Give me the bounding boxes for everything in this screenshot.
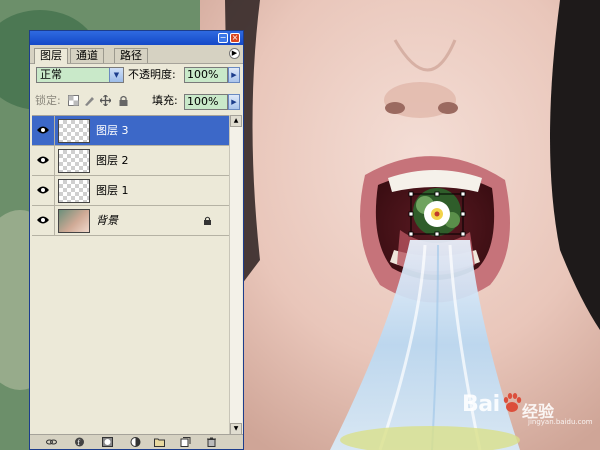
visibility-eye-icon[interactable] <box>36 154 50 166</box>
divider <box>54 206 55 235</box>
new-layer-icon[interactable] <box>180 437 191 447</box>
layer-style-icon[interactable]: f <box>74 437 85 447</box>
layers-scrollbar[interactable]: ▲ ▼ <box>229 115 242 435</box>
layer-row-1[interactable]: 图层 1 <box>32 176 230 206</box>
layer-row-3[interactable]: 图层 3 <box>32 116 230 146</box>
lock-image-pixels-icon[interactable] <box>84 95 95 106</box>
link-layers-icon[interactable] <box>46 437 57 447</box>
panel-menu-icon[interactable]: ▶ <box>229 48 240 59</box>
opacity-label: 不透明度: <box>128 68 176 81</box>
layer-name[interactable]: 图层 3 <box>96 124 129 138</box>
delete-layer-icon[interactable] <box>206 437 217 447</box>
lock-row: 锁定: 填充: 100% ▶ <box>30 92 243 112</box>
panel-titlebar[interactable]: − × <box>30 31 243 45</box>
tab-layers[interactable]: 图层 <box>34 48 68 64</box>
tab-channels[interactable]: 通道 <box>70 48 104 63</box>
divider <box>54 116 55 145</box>
blend-mode-select[interactable]: 正常 ▼ <box>36 67 124 83</box>
layer-name[interactable]: 图层 1 <box>96 184 129 198</box>
layer-thumbnail <box>58 119 90 143</box>
opacity-slider-arrow-icon[interactable]: ▶ <box>228 67 240 83</box>
layer-thumbnail <box>58 179 90 203</box>
layers-list: 图层 3 图层 2 图层 1 背景 <box>32 115 230 436</box>
layer-thumbnail <box>58 149 90 173</box>
blend-mode-value: 正常 <box>40 68 62 81</box>
lock-icon <box>204 216 211 225</box>
lock-label: 锁定: <box>35 94 61 107</box>
visibility-eye-icon[interactable] <box>36 184 50 196</box>
fill-slider-arrow-icon[interactable]: ▶ <box>228 94 240 110</box>
lock-transparency-icon[interactable] <box>68 95 79 106</box>
watermark-text: Bai <box>462 392 500 417</box>
divider <box>54 146 55 175</box>
layer-row-2[interactable]: 图层 2 <box>32 146 230 176</box>
layer-name[interactable]: 图层 2 <box>96 154 129 168</box>
panel-tabs: 图层 通道 路径 ▶ <box>30 45 243 64</box>
close-icon[interactable]: × <box>230 33 240 43</box>
layer-row-background[interactable]: 背景 <box>32 206 230 236</box>
layer-thumbnail-background <box>58 209 90 233</box>
tab-paths[interactable]: 路径 <box>114 48 148 63</box>
visibility-eye-icon[interactable] <box>36 124 50 136</box>
lock-position-icon[interactable] <box>100 95 111 106</box>
watermark-url: jingyan.baidu.com <box>528 418 593 426</box>
chevron-down-icon[interactable]: ▼ <box>109 68 123 82</box>
lock-all-icon[interactable] <box>118 95 129 106</box>
new-group-icon[interactable] <box>154 437 165 447</box>
visibility-eye-icon[interactable] <box>36 214 50 226</box>
fill-input[interactable]: 100% <box>184 94 228 110</box>
adjustment-layer-icon[interactable] <box>130 437 141 447</box>
layer-name[interactable]: 背景 <box>96 214 118 228</box>
blend-row: 正常 ▼ 不透明度: 100% ▶ <box>30 65 243 85</box>
layer-mask-icon[interactable] <box>102 437 113 447</box>
paw-logo-icon <box>503 393 522 412</box>
divider <box>54 176 55 205</box>
opacity-input[interactable]: 100% <box>184 67 228 83</box>
layers-panel: − × 图层 通道 路径 ▶ 正常 ▼ 不透明度: 100% ▶ 锁定: 填充:… <box>29 30 244 450</box>
fill-label: 填充: <box>152 94 178 107</box>
panel-bottom-toolbar: f <box>30 434 243 449</box>
scroll-up-icon[interactable]: ▲ <box>230 115 242 127</box>
minimize-icon[interactable]: − <box>218 33 228 43</box>
